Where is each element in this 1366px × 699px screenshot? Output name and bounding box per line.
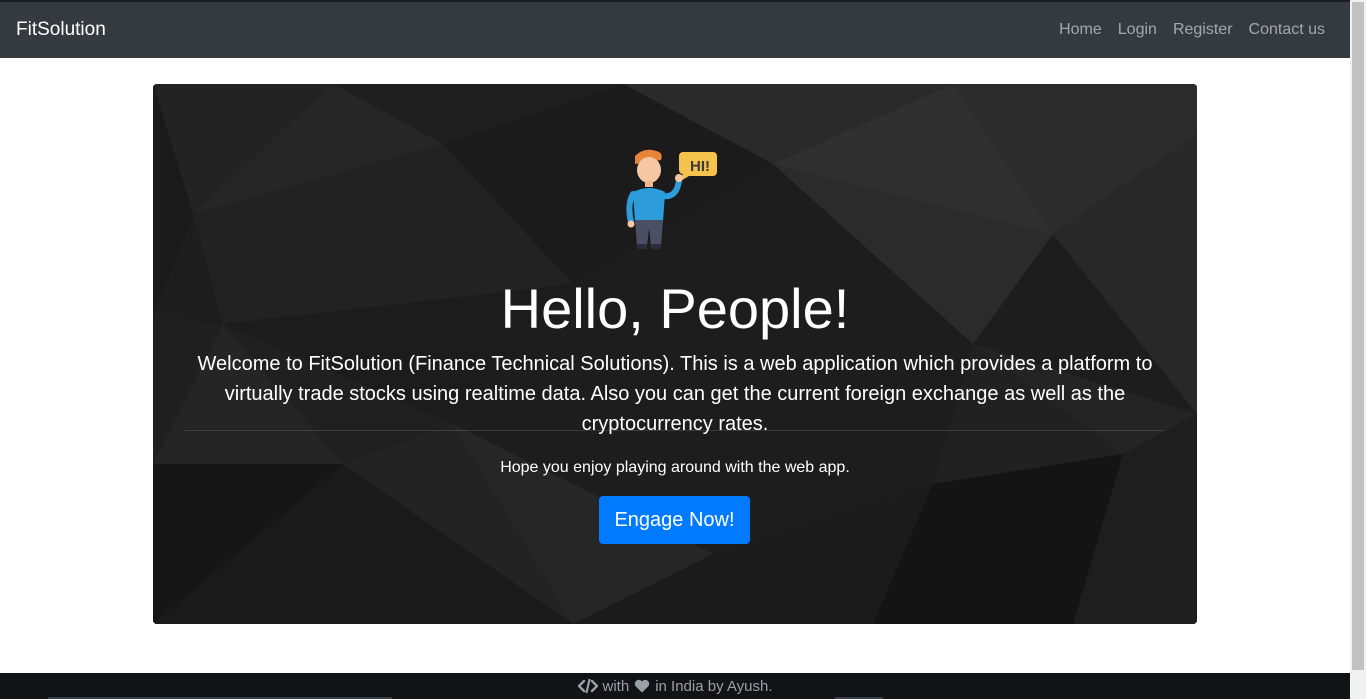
nav-link-login[interactable]: Login [1110, 21, 1165, 39]
scrollbar-thumb[interactable] [1352, 2, 1364, 670]
hero-jumbotron: HI! Hello, People! Welcome to FitSolutio… [153, 84, 1197, 624]
heart-icon [634, 679, 650, 693]
navbar: FitSolution Home Login Register Contact … [0, 0, 1350, 58]
engage-now-button[interactable]: Engage Now! [599, 496, 750, 544]
waving-person-illustration: HI! [626, 149, 717, 249]
vertical-scrollbar[interactable] [1350, 0, 1366, 699]
speech-bubble-text: HI! [690, 158, 710, 175]
hero-divider [185, 430, 1165, 431]
nav-link-home[interactable]: Home [1051, 21, 1110, 39]
hero-lead-text: Welcome to FitSolution (Finance Technica… [197, 353, 1153, 435]
footer-credit-text: in India by Ayush. [655, 677, 773, 695]
hero-heading: Hello, People! [500, 277, 850, 340]
nav-link-contact[interactable]: Contact us [1241, 21, 1334, 39]
nav-link-register[interactable]: Register [1165, 21, 1241, 39]
footer-with-text: with [602, 677, 630, 695]
brand-link[interactable]: FitSolution [16, 19, 106, 41]
code-icon [577, 679, 598, 693]
footer: with in India by Ayush. [0, 673, 1350, 699]
nav-links: Home Login Register Contact us [1051, 21, 1334, 39]
hero-subtext: Hope you enjoy playing around with the w… [500, 459, 850, 476]
